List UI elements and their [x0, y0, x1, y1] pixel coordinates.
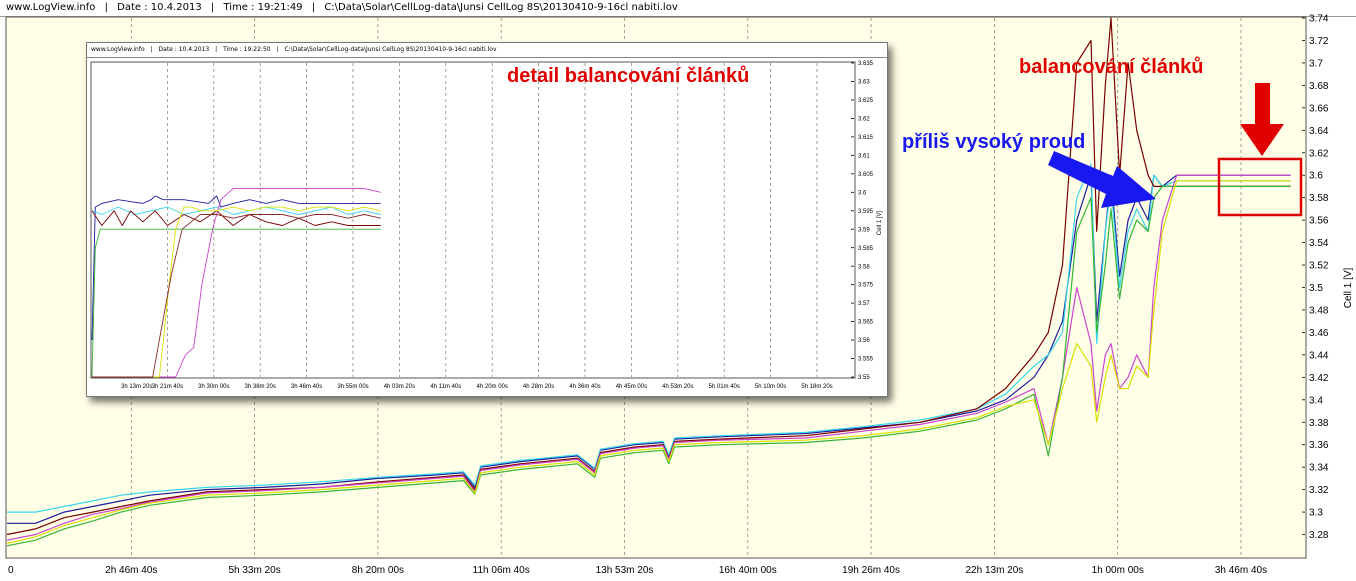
y-tick-label: 3.62: [858, 117, 870, 123]
y-tick-label: 3.46: [1309, 328, 1329, 339]
y-axis-label: Cell 1 [V]: [1343, 267, 1354, 308]
x-tick-label: 13h 53m 20s: [596, 565, 654, 576]
separator: |: [215, 46, 218, 53]
x-tick-label: 5h 10m 00s: [755, 384, 786, 390]
inset-y-axis-label: Cell 1 [V]: [877, 210, 883, 235]
x-tick-label: 5h 01m 40s: [709, 384, 740, 390]
y-tick-label: 3.68: [1309, 81, 1329, 92]
inset-file-path-label: C:\Data\Solar\CellLog-data\Junsi CellLog…: [284, 46, 497, 53]
y-tick-label: 3.7: [1309, 58, 1323, 69]
inset-date-label: Date : 10.4.2013: [158, 46, 210, 53]
y-tick-label: 3.625: [858, 98, 874, 104]
y-tick-label: 3.605: [858, 172, 874, 178]
y-tick-label: 3.28: [1309, 530, 1329, 541]
x-tick-label: 4h 45m 00s: [616, 384, 647, 390]
detail-annotation: detail balancování článků: [507, 65, 750, 87]
y-tick-label: 3.615: [858, 135, 874, 141]
y-tick-label: 3.5: [1309, 283, 1323, 294]
y-tick-label: 3.48: [1309, 305, 1329, 316]
y-tick-label: 3.36: [1309, 440, 1329, 451]
high-current-annotation: příliš vysoký proud: [902, 131, 1086, 153]
y-tick-label: 3.58: [858, 264, 870, 270]
x-tick-label: 3h 46m 40s: [1215, 565, 1267, 576]
x-tick-label: 3h 46m 40s: [291, 384, 322, 390]
y-tick-label: 3.6: [858, 190, 867, 196]
x-tick-label: 4h 03m 20s: [384, 384, 415, 390]
y-tick-label: 3.56: [1309, 216, 1329, 227]
inset-chart: 3.55 3.555 3.56 3.565 3.57 3.575 3.58 3.585 3.59…: [90, 61, 883, 390]
y-tick-label: 3.6: [1309, 171, 1323, 182]
y-tick-label: 3.72: [1309, 36, 1329, 47]
y-tick-label: 3.42: [1309, 373, 1329, 384]
x-tick-label: 4h 53m 20s: [662, 384, 693, 390]
y-tick-label: 3.585: [858, 246, 874, 252]
y-tick-label: 3.44: [1309, 350, 1329, 361]
x-tick-label: 1h 00m 00s: [1092, 565, 1144, 576]
x-tick-label: 3h 30m 00s: [198, 384, 229, 390]
separator: |: [150, 46, 153, 53]
inset-site-label: www.LogView.info: [91, 46, 145, 53]
y-tick-label: 3.3: [1309, 508, 1323, 519]
x-tick-label: 16h 40m 00s: [719, 565, 777, 576]
y-tick-label: 3.38: [1309, 418, 1329, 429]
detail-inset: www.LogView.info | Date : 10.4.2013 | Ti…: [86, 42, 888, 397]
x-tick-label: 5h 33m 20s: [228, 565, 280, 576]
y-tick-label: 3.58: [1309, 193, 1329, 204]
inset-title-bar: www.LogView.info | Date : 10.4.2013 | Ti…: [87, 43, 887, 58]
x-tick-label: 4h 20m 00s: [477, 384, 508, 390]
x-tick-label: 5h 18m 20s: [801, 384, 832, 390]
x-tick-label: 19h 26m 40s: [842, 565, 900, 576]
y-tick-label: 3.52: [1309, 261, 1329, 272]
y-tick-label: 3.575: [858, 283, 874, 289]
inset-time-label: Time : 19:22:50: [223, 46, 271, 53]
x-tick-label: 3h 13m 20s: [121, 384, 152, 390]
y-tick-label: 3.54: [1309, 238, 1329, 249]
y-tick-label: 3.565: [858, 320, 874, 326]
y-tick-label: 3.4: [1309, 395, 1323, 406]
x-tick-label: 3h 21m 40s: [152, 384, 183, 390]
balancing-annotation: balancování článků: [1019, 56, 1204, 78]
y-tick-label: 3.74: [1309, 14, 1329, 25]
x-tick-label: 8h 20m 00s: [352, 565, 404, 576]
x-tick-label: 22h 13m 20s: [965, 565, 1023, 576]
y-tick-label: 3.61: [858, 153, 870, 159]
x-tick-label: 4h 11m 40s: [430, 384, 461, 390]
y-tick-label: 3.57: [858, 301, 870, 307]
x-tick-label: 4h 28m 20s: [523, 384, 554, 390]
inset-plot-area: [90, 61, 856, 379]
x-tick-label: 3h 55m 00s: [337, 384, 368, 390]
y-tick-label: 3.55: [858, 375, 870, 381]
x-tick-label: 11h 06m 40s: [473, 565, 530, 576]
y-tick-label: 3.64: [1309, 126, 1329, 137]
x-tick-label: 0: [8, 565, 14, 576]
y-tick-label: 3.56: [858, 338, 870, 344]
y-tick-label: 3.555: [858, 357, 874, 363]
y-tick-label: 3.32: [1309, 485, 1329, 496]
y-tick-label: 3.66: [1309, 103, 1329, 114]
x-tick-label: 3h 38m 20s: [245, 384, 276, 390]
inset-x-axis: 3h 13m 20s 3h 21m 40s 3h 30m 00s 3h 38m 20s…: [121, 384, 833, 390]
y-tick-label: 3.595: [858, 209, 874, 215]
x-axis: 0 2h 46m 40s 5h 33m 20s 8h 20m 00s 11h 06m 4…: [8, 565, 1267, 576]
y-tick-label: 3.59: [858, 227, 870, 233]
y-tick-label: 3.62: [1309, 148, 1329, 159]
y-tick-label: 3.635: [858, 61, 874, 67]
separator: |: [276, 46, 279, 53]
x-tick-label: 2h 46m 40s: [105, 565, 157, 576]
y-tick-label: 3.63: [858, 80, 870, 86]
x-tick-label: 4h 36m 40s: [569, 384, 600, 390]
y-tick-label: 3.34: [1309, 463, 1329, 474]
